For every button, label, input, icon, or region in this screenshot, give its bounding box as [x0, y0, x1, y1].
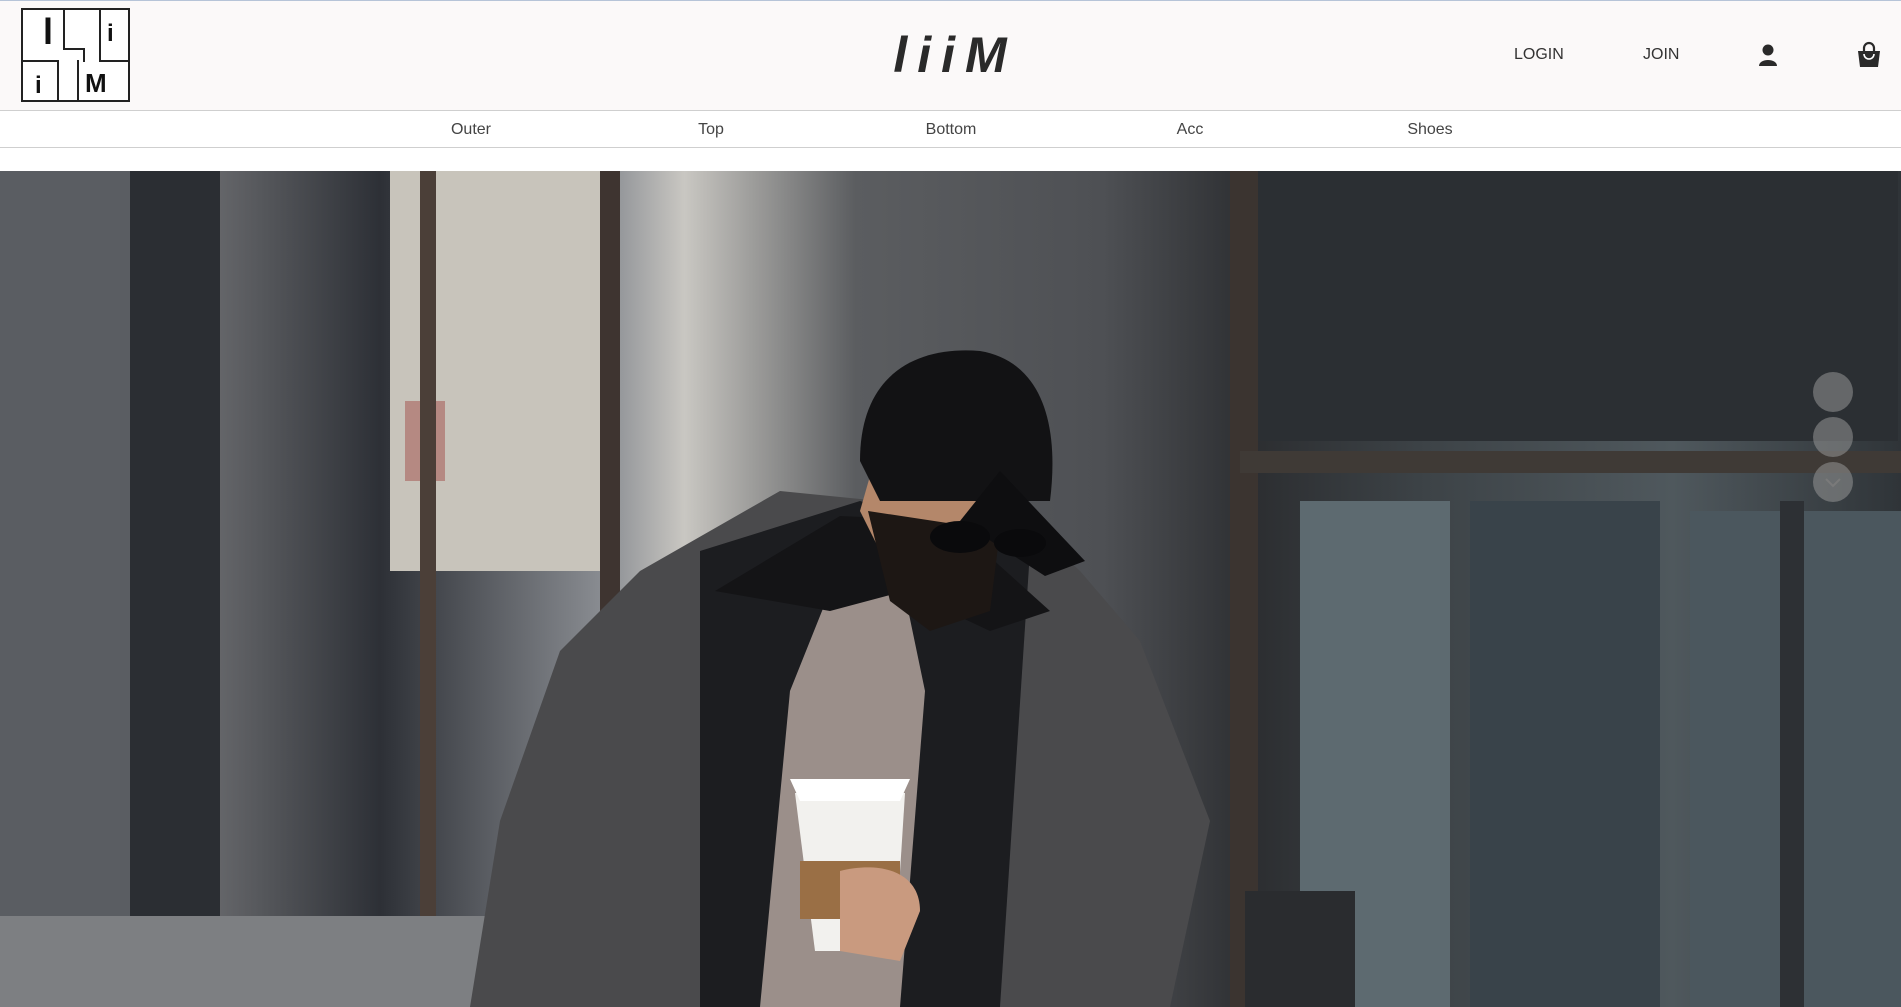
hero-banner	[0, 171, 1901, 1007]
login-link[interactable]: LOGIN	[1514, 45, 1564, 65]
nav-item-top[interactable]: Top	[631, 112, 791, 148]
nav-item-acc[interactable]: Acc	[1110, 112, 1270, 148]
chevron-down-icon	[1825, 478, 1841, 488]
scroll-down-button[interactable]	[1813, 462, 1853, 502]
shopping-bag-icon[interactable]	[1855, 41, 1883, 69]
nav-item-bottom[interactable]: Bottom	[871, 112, 1031, 148]
join-link[interactable]: JOIN	[1643, 45, 1679, 65]
brand-title[interactable]: liiM	[850, 23, 1060, 87]
logo-letter: M	[85, 68, 107, 98]
site-header: l i i M liiM LOGIN JOIN	[0, 1, 1901, 111]
slide-indicator-2[interactable]	[1813, 417, 1853, 457]
hero-image	[0, 171, 1901, 1007]
category-nav: Outer Top Bottom Acc Shoes	[0, 112, 1901, 148]
logo-letter: l	[43, 11, 54, 52]
site-logo[interactable]: l i i M	[21, 8, 130, 102]
logo-letter: i	[107, 20, 114, 47]
nav-item-outer[interactable]: Outer	[391, 112, 551, 148]
logo-letter: i	[35, 72, 42, 99]
slide-indicator-1[interactable]	[1813, 372, 1853, 412]
user-icon[interactable]	[1754, 41, 1782, 69]
nav-item-shoes[interactable]: Shoes	[1350, 112, 1510, 148]
